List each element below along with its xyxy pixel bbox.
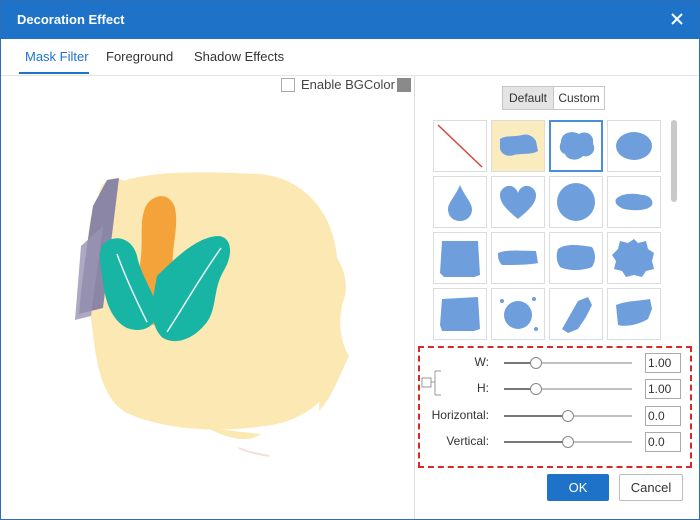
mask-option-cloud-blob[interactable] [549, 120, 603, 172]
mask-shape-circle [557, 183, 595, 221]
panel-divider [414, 76, 415, 519]
slider-knob[interactable] [562, 410, 574, 422]
slider-knob[interactable] [562, 436, 574, 448]
mask-shape-rough-blob [556, 245, 595, 270]
slider-value-input[interactable]: 1.00 [645, 379, 681, 399]
tab-shadow-effects[interactable]: Shadow Effects [194, 49, 284, 64]
slider-label: Horizontal: [431, 408, 489, 422]
active-tab-indicator [19, 72, 89, 74]
ok-button[interactable]: OK [547, 474, 609, 501]
dialog-title: Decoration Effect [17, 12, 125, 27]
slider-track[interactable] [504, 436, 632, 448]
mask-option-rough-rect[interactable] [433, 288, 487, 340]
slider-value-input[interactable]: 1.00 [645, 353, 681, 373]
tab-mask-filter[interactable]: Mask Filter [25, 49, 89, 64]
decoration-effect-dialog: Decoration Effect Mask Filter Foreground… [0, 0, 700, 520]
mask-option-diagonal-splat[interactable] [549, 288, 603, 340]
slider-value-input[interactable]: 0.0 [645, 406, 681, 426]
custom-masks-button[interactable]: Custom [553, 86, 605, 110]
mask-option-drop[interactable] [433, 176, 487, 228]
scrollbar-thumb[interactable] [671, 120, 677, 202]
cancel-button[interactable]: Cancel [619, 474, 683, 501]
enable-bgcolor-label: Enable BGColor [301, 77, 395, 92]
slider-track[interactable] [504, 383, 632, 395]
default-masks-button[interactable]: Default [502, 86, 554, 110]
mask-option-brush-stroke-wide[interactable] [491, 232, 545, 284]
tab-bar: Mask Filter Foreground Shadow Effects [1, 39, 699, 76]
mask-shape-brush-wave [616, 299, 652, 326]
mask-shape-cloud-blob [559, 132, 595, 160]
mask-grid [433, 120, 669, 342]
mask-shape-diagonal-splat [562, 297, 592, 333]
title-bar: Decoration Effect [1, 1, 699, 39]
slider-fill [504, 441, 568, 443]
close-icon[interactable] [667, 9, 687, 29]
mask-option-brush-wave[interactable] [607, 288, 661, 340]
mask-shape-square-brush [440, 241, 480, 277]
mask-option-flat-blob[interactable] [607, 176, 661, 228]
mask-shape-ink-splat [500, 297, 538, 331]
slider-label: H: [477, 381, 489, 395]
slider-knob[interactable] [530, 357, 542, 369]
mask-shape-brush-stroke [500, 134, 538, 156]
mask-shape-none [437, 124, 483, 168]
mask-option-rough-blob[interactable] [549, 232, 603, 284]
mask-shape-rough-rect [440, 297, 480, 331]
mask-option-circle[interactable] [549, 176, 603, 228]
slider-label: Vertical: [446, 434, 489, 448]
slider-track[interactable] [504, 410, 632, 422]
mask-shape-soft-ellipse [616, 132, 652, 160]
mask-option-brush-stroke[interactable] [491, 120, 545, 172]
slider-value-input[interactable]: 0.0 [645, 432, 681, 452]
preview-image [75, 172, 349, 457]
mask-option-ink-splat[interactable] [491, 288, 545, 340]
mask-shape-round-splat [612, 239, 654, 277]
slider-label: W: [474, 355, 489, 369]
mask-shape-brush-stroke-wide [498, 250, 538, 265]
enable-bgcolor-checkbox[interactable] [281, 78, 295, 92]
mask-shape-drop [448, 185, 472, 221]
mask-option-square-brush[interactable] [433, 232, 487, 284]
mask-grid-scrollbar[interactable] [671, 120, 677, 342]
mask-option-none[interactable] [433, 120, 487, 172]
mask-option-round-splat[interactable] [607, 232, 661, 284]
slider-knob[interactable] [530, 383, 542, 395]
bgcolor-swatch[interactable] [397, 78, 411, 92]
tab-foreground[interactable]: Foreground [106, 49, 173, 64]
mask-option-soft-ellipse[interactable] [607, 120, 661, 172]
mask-shape-heart [500, 185, 536, 219]
mask-shape-flat-blob [615, 193, 653, 211]
slider-track[interactable] [504, 357, 632, 369]
mask-option-heart[interactable] [491, 176, 545, 228]
preview-canvas[interactable] [7, 76, 414, 516]
slider-fill [504, 415, 568, 417]
